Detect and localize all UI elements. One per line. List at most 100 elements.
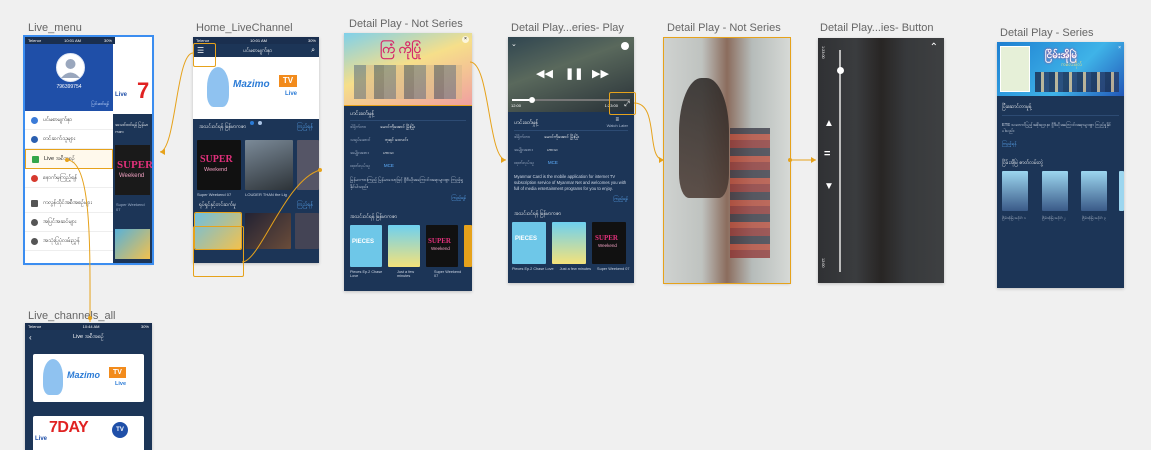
- rewind-icon[interactable]: ▲: [824, 118, 834, 129]
- video-frame-subject: [679, 78, 729, 198]
- mascot-icon: [43, 359, 63, 395]
- peek-home[interactable]: Live 7 အသင်းဝင်ရန် မြန်မာကဇာ SUPER Weeke…: [113, 44, 152, 263]
- menu-item-home[interactable]: ပင်မစာမျက်နှာ: [25, 111, 113, 130]
- edit-profile-link[interactable]: ပြင်ဆင်ရန်: [91, 101, 109, 108]
- help-icon: [31, 237, 38, 245]
- forward-icon[interactable]: ▼: [824, 181, 834, 192]
- info-key: ဒါရိုက်တာ: [514, 134, 531, 139]
- thumb-super-weekend[interactable]: SUPER Weekend: [115, 145, 152, 195]
- thumb-movie[interactable]: [295, 213, 319, 249]
- related-thumb-pieces[interactable]: PIECES: [512, 222, 546, 265]
- menu-item-settings[interactable]: အပြင်အဆင်များ: [25, 213, 113, 232]
- related-caption: Super Weekend 07: [597, 267, 630, 272]
- artboard-fullscreen-controls[interactable]: 1:23:00 12:00 ▲ = ▼ ⌃: [818, 38, 944, 283]
- connector-detail-play: [469, 61, 507, 161]
- video-frame-seats: [730, 128, 770, 258]
- thumb-text: SUPER: [200, 154, 233, 165]
- pause-icon[interactable]: ❚❚: [565, 67, 583, 80]
- episodes-title: ငြိမ်းအိုမြဲ ဇာတ်လမ်းတွဲ: [1002, 159, 1043, 166]
- related-thumb-super[interactable]: SUPER Weekend: [592, 222, 626, 265]
- thumb-louder[interactable]: [245, 140, 293, 190]
- thumb-super-weekend[interactable]: SUPER Weekend: [197, 140, 241, 190]
- chevron-up-icon[interactable]: ⌃: [930, 42, 938, 53]
- info-row: ဒါရိုက်တာ မောင်ကိုအောင် မြိုးမြိုး: [344, 121, 472, 134]
- info-row: အမျိုးအစား ဟာသ: [344, 147, 472, 160]
- related-thumb-super[interactable]: SUPER Weekend: [426, 224, 458, 267]
- artboard-title-home-live: Home_LiveChannel: [196, 22, 293, 34]
- artboard-title-detail-not-series-2: Detail Play - Not Series: [667, 22, 781, 34]
- poster-image[interactable]: ငြိမ်းအိုမြဲ ကလေးဗိုလ် ×: [997, 42, 1124, 96]
- thumb-image[interactable]: [115, 229, 150, 259]
- episode-thumb[interactable]: [1002, 170, 1028, 211]
- menu-item-live[interactable]: Live အစီအစဉ်: [25, 149, 113, 169]
- episode-thumb[interactable]: [1042, 170, 1068, 211]
- close-icon[interactable]: ×: [462, 36, 469, 43]
- artboard-detail-series-play[interactable]: ⌄ ◀◀ ❚❚ ▶▶ 12:00 1:23:00 ⤢ ဟင်းခတ်မှုန့်…: [508, 37, 634, 283]
- menu-item-label: တင်ဆက်သူများ: [43, 136, 76, 142]
- gear-icon: [31, 218, 38, 226]
- info-key: ဒါရိုက်တာ: [350, 124, 367, 129]
- channel-card-mazimo[interactable]: Mazimo TV Live: [33, 354, 144, 402]
- channel-card-7day[interactable]: Live 7DAY TV: [33, 416, 144, 450]
- hotspot-movie: [193, 226, 244, 277]
- related-thumb-minutes[interactable]: [388, 224, 420, 267]
- read-more-link[interactable]: ကြည့်ရန်: [997, 141, 1124, 148]
- menu-item-programs[interactable]: ကလွန်ထိုင်အစီအစဉ်များ: [25, 194, 113, 213]
- connector-fullscreen: [633, 102, 665, 161]
- time-text: 10:44 AM: [82, 324, 100, 329]
- search-icon[interactable]: ⌕: [311, 47, 315, 55]
- progress-handle[interactable]: [528, 96, 535, 103]
- read-more-link[interactable]: ကြည့်ရန်: [508, 196, 634, 203]
- phone-number: 796399754: [56, 84, 82, 90]
- poster-cover: [1000, 46, 1030, 92]
- poster-image[interactable]: ကြံ ကိုပြုံ ×: [344, 33, 472, 106]
- brand-tv-badge: TV: [109, 367, 126, 378]
- watch-later-button[interactable]: ≡ Watch Later: [607, 117, 628, 128]
- episode-thumb-partial[interactable]: [1119, 170, 1124, 211]
- info-value: MCE: [383, 163, 394, 168]
- see-more-link[interactable]: ကြည့်ရန်: [297, 202, 313, 209]
- menu-item-presenters[interactable]: တင်ဆက်သူများ: [25, 130, 113, 149]
- thumb-caption: Super Weekend 07: [116, 202, 145, 212]
- thumb-subtext: Weekend: [598, 243, 617, 249]
- artboard-detail-not-series-1[interactable]: ကြံ ကိုပြုံ × ဟင်းခတ်မှုန့် ဒါရိုက်တာ မော…: [344, 33, 472, 291]
- related-caption: Pieces Ep.2 Chase Love: [512, 267, 554, 272]
- menu-item-help[interactable]: အသုံးပြုပုံလမ်းညွှန်: [25, 232, 113, 251]
- poster-title: ငြိမ်းအိုမြဲ: [1045, 50, 1078, 61]
- page-title: Live အစီအစဉ်: [73, 334, 104, 340]
- time-text: 10:01 AM: [250, 38, 267, 43]
- artboard-detail-series[interactable]: ငြိမ်းအိုမြဲ ကလေးဗိုလ် × ပြီးဆောင်တာမှုန…: [997, 42, 1124, 288]
- thumb-movie[interactable]: [245, 213, 291, 249]
- related-thumb-minutes[interactable]: [552, 222, 586, 265]
- description-text: မြန်မာကားကြည့် မြန်မာသော့ဖြင့် ဗွီဒီယိုအ…: [350, 177, 464, 189]
- artboard-title-detail-series: Detail Play - Series: [1000, 27, 1094, 39]
- close-icon[interactable]: ×: [1118, 45, 1121, 51]
- artboard-live-channels-all[interactable]: Telenor 10:44 AM 30% ‹ Live အစီအစဉ် Mazi…: [25, 323, 152, 450]
- brand-tv-badge: TV: [279, 75, 297, 87]
- close-icon[interactable]: ⌄: [511, 40, 517, 48]
- vertical-progress-track[interactable]: [836, 50, 844, 272]
- connector-menu: [159, 52, 194, 153]
- status-bar: Telenor 10:44 AM 30%: [25, 323, 152, 330]
- episode-thumb[interactable]: [1081, 170, 1107, 211]
- related-thumb-pieces[interactable]: PIECES: [350, 224, 382, 267]
- menu-item-label: အပြင်အဆင်များ: [43, 219, 77, 225]
- artboard-fullscreen-video[interactable]: [663, 37, 791, 284]
- cast-icon[interactable]: [621, 42, 629, 50]
- forward-icon[interactable]: ▶▶: [592, 67, 609, 80]
- avatar[interactable]: [56, 53, 85, 82]
- carousel-dots[interactable]: [250, 112, 263, 130]
- thumb-partial[interactable]: [297, 140, 319, 190]
- progress-handle[interactable]: [836, 67, 844, 74]
- time-total: 1:23:00: [821, 46, 825, 59]
- artboard-live-menu[interactable]: Telenor 10:01 AM 30% 796399754 ပြင်ဆင်ရန…: [23, 35, 154, 265]
- related-caption: Super Weekend 07: [434, 269, 462, 278]
- read-more-link[interactable]: ကြည့်ရန်: [344, 195, 472, 202]
- pause-icon[interactable]: =: [824, 148, 830, 160]
- related-thumb-partial[interactable]: [464, 224, 472, 267]
- see-more-link[interactable]: ကြည့်ရန်: [297, 124, 313, 131]
- menu-item-watch-later[interactable]: နောက်မှကြည့်ရန်: [25, 169, 113, 188]
- hotspot-fullscreen: [609, 92, 636, 115]
- rewind-icon[interactable]: ◀◀: [536, 67, 553, 80]
- thumb-text: SUPER: [428, 236, 451, 245]
